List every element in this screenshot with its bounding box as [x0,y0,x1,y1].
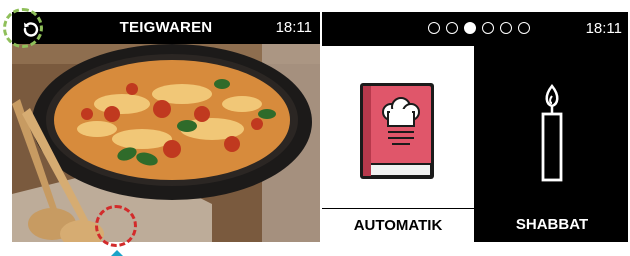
shabbat-tile[interactable] [476,46,628,208]
recipe-book-chef-hat-icon [360,83,434,179]
mode-page-dot-5[interactable] [500,22,512,34]
automatik-label[interactable]: AUTOMATIK [322,208,474,242]
clock: 18:11 [275,19,312,36]
page-dot-highlight [95,205,137,247]
shabbat-label[interactable]: SHABBAT [476,208,628,242]
automatik-tile[interactable] [322,46,474,208]
mode-page-indicator [428,22,530,34]
mode-page-dot-6[interactable] [518,22,530,34]
pasta-bake-photo [12,44,320,242]
left-screen: TEIGWAREN 18:11 [12,12,320,242]
top-bar: TEIGWAREN 18:11 [12,12,320,44]
back-button-highlight [3,8,43,48]
page-title: TEIGWAREN [119,19,213,36]
mode-page-dot-3[interactable] [464,22,476,34]
clock: 18:11 [585,20,622,37]
right-screen: 18:11 AUTOMATIK SHABBAT [322,12,628,242]
mode-page-dot-2[interactable] [446,22,458,34]
mode-page-dot-4[interactable] [482,22,494,34]
mode-page-dot-1[interactable] [428,22,440,34]
candle-icon [541,83,563,182]
pointer-arrow-icon [111,250,123,256]
